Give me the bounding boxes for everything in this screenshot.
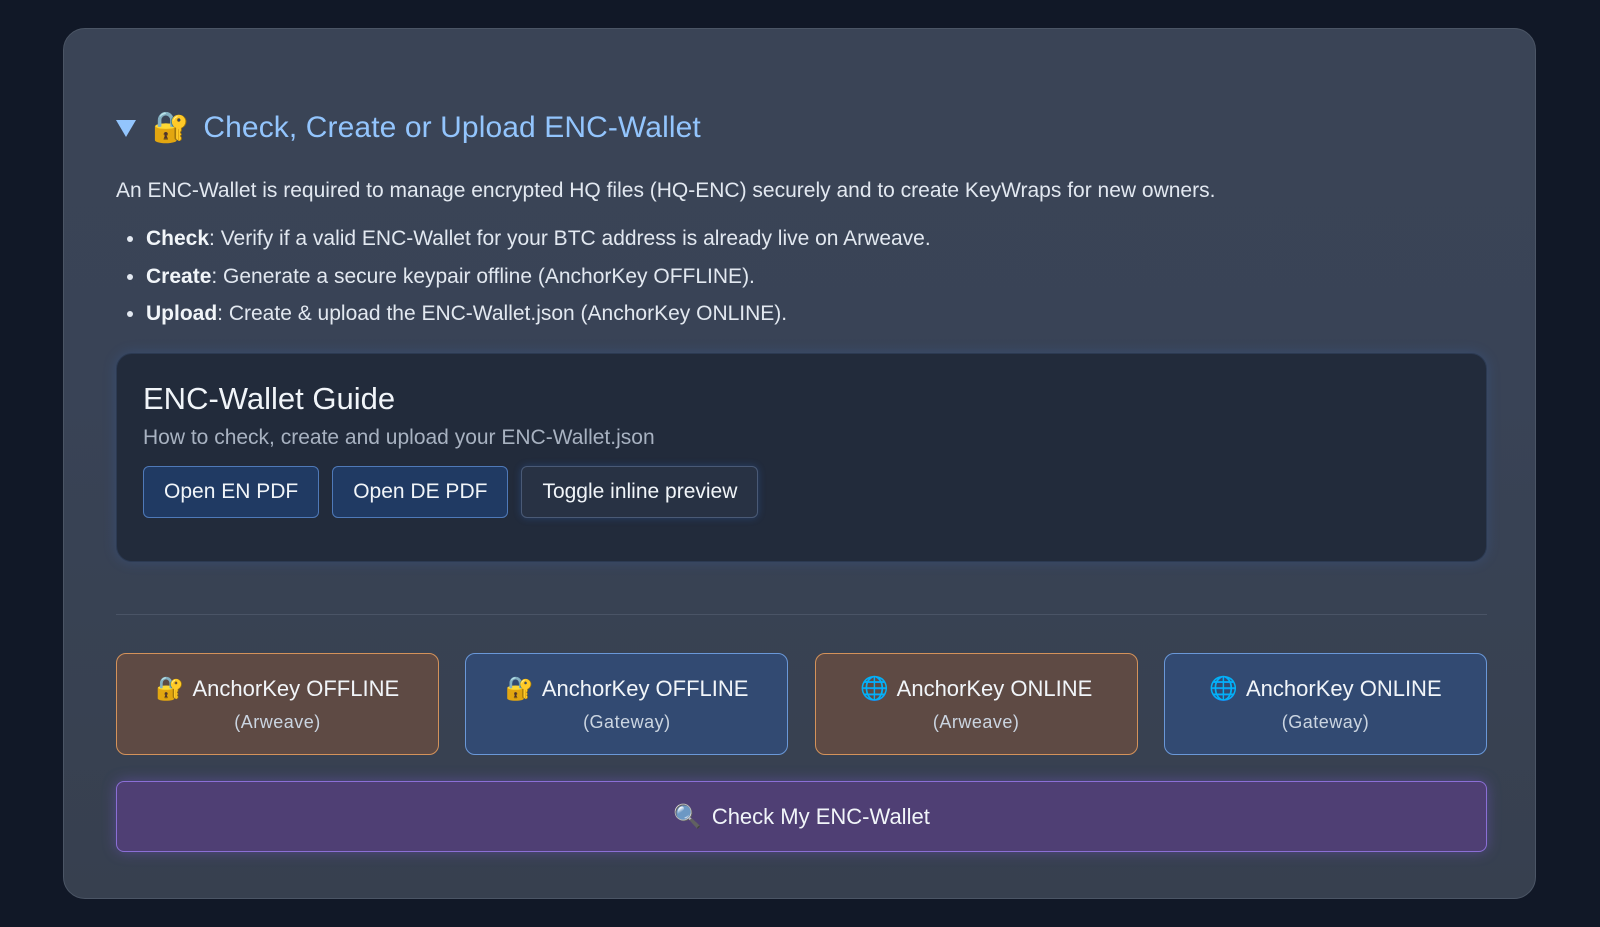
check-my-enc-wallet-button[interactable]: 🔍 Check My ENC-Wallet xyxy=(116,781,1487,852)
section-toggle[interactable]: 🔐 Check, Create or Upload ENC-Wallet xyxy=(116,111,701,145)
globe-icon: 🌐 xyxy=(860,675,889,701)
anchorkey-offline-arweave-button[interactable]: 🔐 AnchorKey OFFLINE (Arweave) xyxy=(116,653,439,755)
bullet-text: : Create & upload the ENC-Wallet.json (A… xyxy=(217,302,788,325)
anchorkey-online-arweave-button[interactable]: 🌐 AnchorKey ONLINE (Arweave) xyxy=(814,653,1138,755)
bullet-text: : Verify if a valid ENC-Wallet for your … xyxy=(209,227,931,250)
button-label: AnchorKey OFFLINE xyxy=(541,675,749,701)
check-button-label: Check My ENC-Wallet xyxy=(711,803,930,829)
button-label-row: 🔐 AnchorKey OFFLINE xyxy=(505,676,748,702)
disclosure-triangle-icon[interactable] xyxy=(116,119,136,137)
button-label-row: 🌐 AnchorKey ONLINE xyxy=(1209,676,1441,702)
button-label: AnchorKey ONLINE xyxy=(1245,675,1442,701)
divider xyxy=(116,614,1487,615)
open-de-pdf-button[interactable]: Open DE PDF xyxy=(332,466,509,518)
button-label-row: 🌐 AnchorKey ONLINE xyxy=(860,676,1092,702)
bullet-term: Create xyxy=(146,264,212,288)
bullet-term: Check xyxy=(146,227,210,250)
list-item-create: Create: Generate a secure keypair offlin… xyxy=(146,262,931,300)
magnifier-icon: 🔍 xyxy=(673,803,702,829)
anchorkey-offline-gateway-button[interactable]: 🔐 AnchorKey OFFLINE (Gateway) xyxy=(465,653,789,755)
guide-panel: ENC-Wallet Guide How to check, create an… xyxy=(116,353,1487,562)
anchorkey-buttons: 🔐 AnchorKey OFFLINE (Arweave) 🔐 AnchorKe… xyxy=(116,653,1487,755)
bullet-term: Upload xyxy=(146,302,218,325)
list-item-check: Check: Verify if a valid ENC-Wallet for … xyxy=(146,224,931,262)
enc-wallet-card: 🔐 Check, Create or Upload ENC-Wallet An … xyxy=(63,28,1536,899)
lock-key-icon: 🔐 xyxy=(155,675,185,701)
button-label: AnchorKey ONLINE xyxy=(896,675,1093,701)
lock-key-icon: 🔐 xyxy=(505,675,534,701)
guide-title: ENC-Wallet Guide xyxy=(143,381,396,416)
button-sublabel: (Gateway) xyxy=(583,711,671,732)
anchorkey-online-gateway-button[interactable]: 🌐 AnchorKey ONLINE (Gateway) xyxy=(1163,653,1487,755)
toggle-inline-preview-button[interactable]: Toggle inline preview xyxy=(521,466,759,518)
guide-subtitle: How to check, create and upload your ENC… xyxy=(143,426,655,449)
button-label-row: 🔐 AnchorKey OFFLINE xyxy=(156,676,399,702)
button-sublabel: (Arweave) xyxy=(234,711,321,732)
section-title: Check, Create or Upload ENC-Wallet xyxy=(203,111,701,144)
lock-key-icon: 🔐 xyxy=(152,111,190,144)
button-sublabel: (Gateway) xyxy=(1281,711,1370,732)
button-label: AnchorKey OFFLINE xyxy=(192,675,400,701)
open-en-pdf-button[interactable]: Open EN PDF xyxy=(143,466,320,518)
globe-icon: 🌐 xyxy=(1209,675,1238,701)
button-sublabel: (Arweave) xyxy=(932,711,1020,732)
feature-list: Check: Verify if a valid ENC-Wallet for … xyxy=(116,224,931,337)
guide-buttons: Open EN PDF Open DE PDF Toggle inline pr… xyxy=(143,466,759,518)
bullet-text: : Generate a secure keypair offline (Anc… xyxy=(211,264,755,288)
intro-text: An ENC-Wallet is required to manage encr… xyxy=(116,179,1216,202)
list-item-upload: Upload: Create & upload the ENC-Wallet.j… xyxy=(146,299,931,337)
